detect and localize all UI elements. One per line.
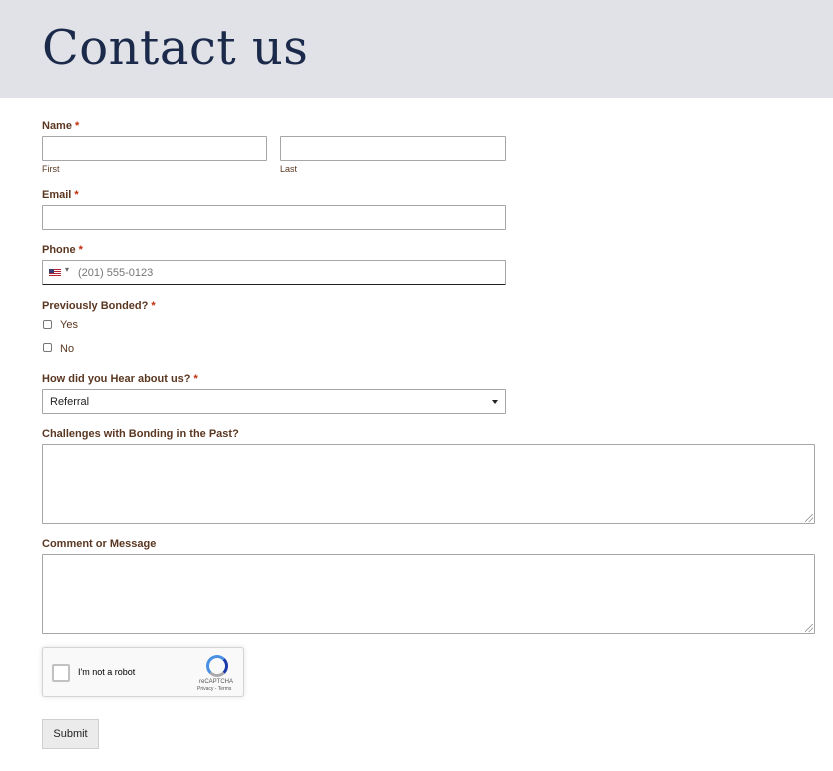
recaptcha-text: I'm not a robot (78, 667, 136, 677)
required-marker: * (193, 373, 198, 385)
bonded-no-checkbox[interactable] (43, 343, 52, 352)
first-sublabel: First (42, 164, 60, 174)
email-input[interactable] (42, 205, 506, 230)
hear-selected-value: Referral (50, 396, 90, 408)
last-sublabel: Last (280, 164, 298, 174)
email-label: Email * (42, 189, 79, 201)
hear-select[interactable]: Referral (42, 389, 506, 414)
us-flag-icon[interactable] (49, 269, 61, 277)
required-marker: * (74, 120, 80, 132)
resize-handle-icon[interactable] (805, 514, 813, 522)
first-name-input[interactable] (42, 136, 267, 161)
phone-placeholder: (201) 555-0123 (78, 267, 154, 279)
hear-label: How did you Hear about us? * (42, 373, 198, 385)
phone-input[interactable]: ▾ (201) 555-0123 (42, 260, 506, 285)
comment-label: Comment or Message (42, 538, 157, 550)
page-title: Contact us (42, 20, 309, 76)
recaptcha-widget: I'm not a robot reCAPTCHA Privacy - Term… (42, 647, 244, 697)
caret-down-icon (492, 400, 498, 404)
bonded-no-label: No (60, 343, 75, 355)
required-marker: * (151, 300, 156, 312)
resize-handle-icon[interactable] (805, 624, 813, 632)
last-name-input[interactable] (280, 136, 506, 161)
recaptcha-brand: reCAPTCHA (199, 679, 234, 685)
bonded-yes-checkbox[interactable] (43, 320, 52, 329)
required-marker: * (78, 244, 83, 256)
name-label: Name * (42, 120, 80, 132)
required-marker: * (74, 189, 79, 201)
recaptcha-links[interactable]: Privacy - Terms (197, 686, 231, 693)
recaptcha-checkbox[interactable] (52, 664, 70, 682)
chevron-down-icon[interactable]: ▾ (65, 265, 69, 274)
comment-textarea[interactable] (42, 554, 815, 634)
submit-button[interactable]: Submit (42, 719, 99, 749)
page-header: Contact us (0, 0, 833, 98)
bonded-yes-label: Yes (60, 319, 78, 331)
challenges-textarea[interactable] (42, 444, 815, 524)
challenges-label: Challenges with Bonding in the Past? (42, 428, 239, 440)
bonded-label: Previously Bonded? * (42, 300, 156, 312)
recaptcha-logo-icon (206, 655, 228, 677)
phone-label: Phone * (42, 244, 83, 256)
